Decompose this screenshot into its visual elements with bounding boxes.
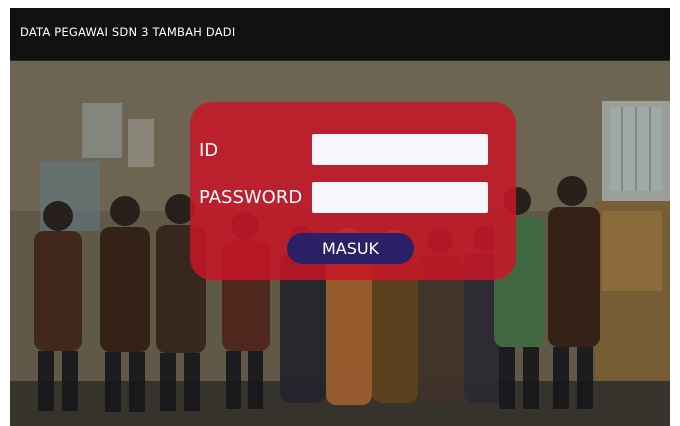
site-title: DATA PEGAWAI SDN 3 TAMBAH DADI [20,25,236,39]
header-bar: DATA PEGAWAI SDN 3 TAMBAH DADI [10,8,670,61]
login-form: ID PASSWORD MASUK [190,102,516,280]
login-button[interactable]: MASUK [287,233,414,264]
password-input[interactable] [312,182,488,213]
app-window: DATA PEGAWAI SDN 3 TAMBAH DADI ID PASSWO… [10,8,670,426]
id-label: ID [199,140,219,161]
password-label: PASSWORD [199,187,303,208]
id-input[interactable] [312,134,488,165]
